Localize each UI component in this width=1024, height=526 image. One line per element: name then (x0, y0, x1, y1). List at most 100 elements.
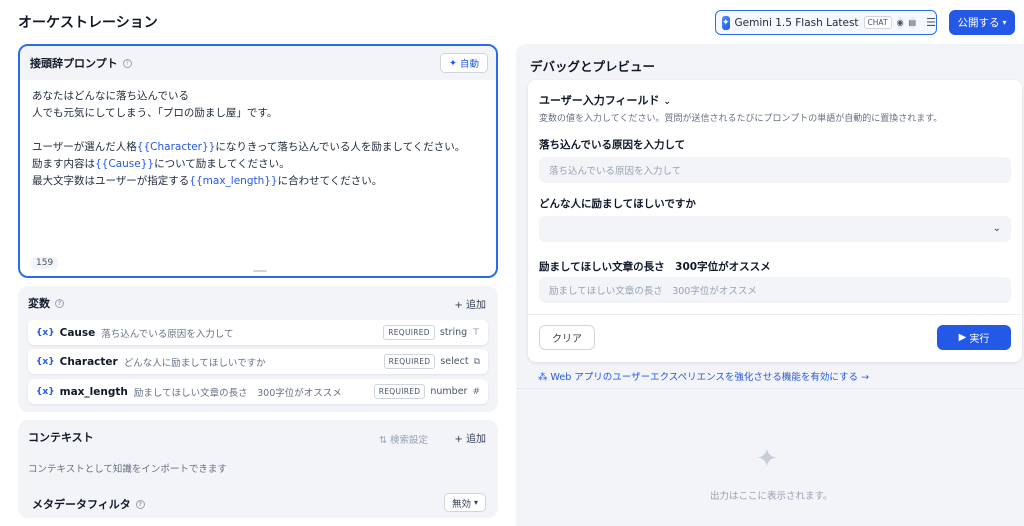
user-input-fields-toggle[interactable]: ユーザー入力フィールド ⌄ (539, 92, 671, 108)
context-description: コンテキストとして知識をインポートできます (28, 464, 227, 475)
info-icon[interactable]: ? (55, 298, 64, 308)
prompt-text: ユーザーが選んだ人格 (32, 141, 137, 153)
variable-key: Cause (59, 326, 96, 339)
user-input-title: ユーザー入力フィールド (539, 94, 660, 107)
metadata-filter-label: メタデータフィルタ (32, 498, 131, 511)
context-label: コンテキスト (28, 431, 94, 444)
page-title: オーケストレーション (18, 15, 158, 31)
variable-description: どんな人に励ましてほしいですか (123, 357, 266, 369)
prompt-line: 人でも元気にしてしまう、「プロの励まし屋」です。 (32, 107, 278, 119)
context-panel: コンテキスト ⇅ 検索設定 + 追加 コンテキストとして知識をインポートできます… (18, 420, 498, 518)
metadata-filter-header: メタデータフィルタ ? (32, 496, 145, 512)
run-label: 実行 (969, 334, 990, 345)
variable-row[interactable]: {x} Cause 落ち込んでいる原因を入力して REQUIRED string… (28, 320, 488, 345)
sparkle-icon: ✦ (449, 57, 457, 69)
debug-preview-title: デバッグとプレビュー (530, 59, 656, 74)
prompt-line: あなたはどんなに落ち込んでいる (32, 90, 189, 102)
prompt-text: について励ましてください。 (154, 158, 290, 170)
prefix-prompt-panel: 接頭辞プロンプト ? ✦ 自動 あなたはどんなに落ち込んでいる 人でも元気にして… (18, 44, 498, 278)
user-input-card: ユーザー入力フィールド ⌄ 変数の値を入力してください。質問が送信されるたびにプ… (528, 80, 1022, 362)
features-icon: ⁂ (538, 372, 548, 383)
variable-key: max_length (59, 385, 128, 398)
variable-description: 落ち込んでいる原因を入力して (101, 328, 234, 340)
prompt-text: 励ます内容は (32, 158, 95, 170)
auto-label: 自動 (459, 59, 479, 70)
run-button[interactable]: ▶ 実行 (937, 325, 1011, 350)
add-context-button[interactable]: + 追加 (454, 430, 486, 445)
retrieval-settings-button[interactable]: ⇅ 検索設定 (379, 432, 428, 446)
variables-panel: 変数 ? + 追加 {x} Cause 落ち込んでいる原因を入力して REQUI… (18, 286, 498, 412)
max-length-input[interactable]: 励ましてほしい文章の長さ 300字位がオススメ (539, 277, 1011, 303)
prompt-line: ユーザーが選んだ人格{{Character}}になりきって落ち込んでいる人を励ま… (32, 139, 484, 156)
chevron-down-icon: ⌄ (992, 223, 1001, 234)
model-name: Gemini 1.5 Flash Latest (734, 16, 859, 29)
variables-label: 変数 (28, 297, 50, 310)
prompt-line: 最大文字数はユーザーが指定する{{max_length}}に合わせてください。 (32, 173, 484, 190)
info-icon[interactable]: ? (135, 499, 145, 509)
variable-icon: {x} (36, 386, 55, 397)
sparkle-icon: ✦ (756, 444, 778, 474)
character-count: 159 (31, 257, 59, 269)
variable-type: string (439, 327, 468, 338)
settings-sliders-icon[interactable]: ☰ (926, 16, 936, 29)
chevron-down-icon: ▾ (473, 498, 478, 507)
variables-header: 変数 ? (28, 295, 64, 311)
eye-icon[interactable]: ◉ (896, 16, 904, 29)
auto-generate-button[interactable]: ✦ 自動 (440, 53, 488, 73)
prompt-editor[interactable]: あなたはどんなに落ち込んでいる 人でも元気にしてしまう、「プロの励まし屋」です。… (20, 80, 496, 198)
document-icon[interactable]: ▤ (908, 16, 917, 29)
play-icon: ▶ (958, 332, 967, 343)
user-input-description: 変数の値を入力してください。質問が送信されるたびにプロンプトの単語が自動的に置換… (539, 114, 943, 124)
variable-token: {{Character}} (136, 141, 216, 153)
chevron-down-icon: ⌄ (663, 97, 671, 107)
resize-handle[interactable] (253, 270, 267, 272)
enable-features-label: Web アプリのユーザーエクスペリエンスを強化させる機能を有効にする (550, 372, 859, 383)
max-length-placeholder: 励ましてほしい文章の長さ 300字位がオススメ (549, 286, 757, 297)
variable-key: Character (59, 355, 118, 368)
prompt-text: 最大文字数はユーザーが指定する (32, 175, 190, 187)
add-variable-button[interactable]: + 追加 (454, 296, 486, 311)
field-label: どんな人に励ましてほしいですか (539, 198, 696, 210)
variable-icon: {x} (36, 356, 55, 367)
output-placeholder: 出力はここに表示されます。 (710, 491, 833, 502)
field-label: 励ましてほしい文章の長さ 300字位がオススメ (539, 261, 771, 273)
character-select[interactable]: ⌄ (539, 216, 1011, 242)
arrow-right-icon: → (861, 372, 870, 383)
sliders-icon: ⇅ (378, 435, 387, 446)
info-icon[interactable]: ? (122, 58, 132, 68)
chat-mode-badge: CHAT (863, 16, 892, 29)
required-badge: REQUIRED (383, 354, 436, 369)
hash-icon: # (472, 386, 480, 397)
required-badge: REQUIRED (383, 325, 435, 340)
metadata-filter-value: 無効 (451, 498, 471, 510)
text-icon: ⊤ (472, 327, 480, 338)
cause-placeholder: 落ち込んでいる原因を入力して (549, 166, 682, 177)
variable-description: 励ましてほしい文章の長さ 300字位がオススメ (133, 387, 342, 399)
variable-token: {{Cause}} (95, 158, 155, 170)
variable-type: number (430, 386, 468, 397)
enable-features-link[interactable]: ⁂ Web アプリのユーザーエクスペリエンスを強化させる機能を有効にする → (538, 369, 869, 383)
field-label: 落ち込んでいる原因を入力して (539, 139, 686, 151)
select-icon: ⧉ (473, 356, 480, 367)
divider (528, 314, 1022, 315)
metadata-filter-select[interactable]: 無効 ▾ (443, 493, 486, 512)
clear-button[interactable]: クリア (539, 325, 595, 350)
publish-button[interactable]: 公開する ▾ (949, 10, 1015, 35)
variable-type: select (440, 356, 469, 367)
required-badge: REQUIRED (373, 384, 426, 399)
prompt-text: になりきって落ち込んでいる人を励ましてください。 (215, 141, 466, 153)
variable-icon: {x} (36, 327, 55, 338)
variable-row[interactable]: {x} Character どんな人に励ましてほしいですか REQUIRED s… (28, 349, 488, 374)
prompt-label: 接頭辞プロンプト (30, 57, 118, 70)
context-header: コンテキスト (28, 429, 94, 445)
variable-token: {{max_length}} (189, 175, 278, 187)
model-selector[interactable]: ✦ Gemini 1.5 Flash Latest CHAT ◉ ▤ ☰ (715, 10, 937, 35)
prompt-text: に合わせてください。 (277, 175, 383, 187)
prompt-header: 接頭辞プロンプト ? ✦ 自動 (20, 46, 496, 80)
gemini-logo-icon: ✦ (722, 15, 730, 30)
variable-row[interactable]: {x} max_length 励ましてほしい文章の長さ 300字位がオススメ R… (28, 379, 488, 404)
cause-input[interactable]: 落ち込んでいる原因を入力して (539, 157, 1011, 183)
prompt-line: 励ます内容は{{Cause}}について励ましてください。 (32, 156, 484, 173)
retrieval-settings-label: 検索設定 (389, 435, 428, 446)
chevron-down-icon: ▾ (1002, 18, 1007, 27)
